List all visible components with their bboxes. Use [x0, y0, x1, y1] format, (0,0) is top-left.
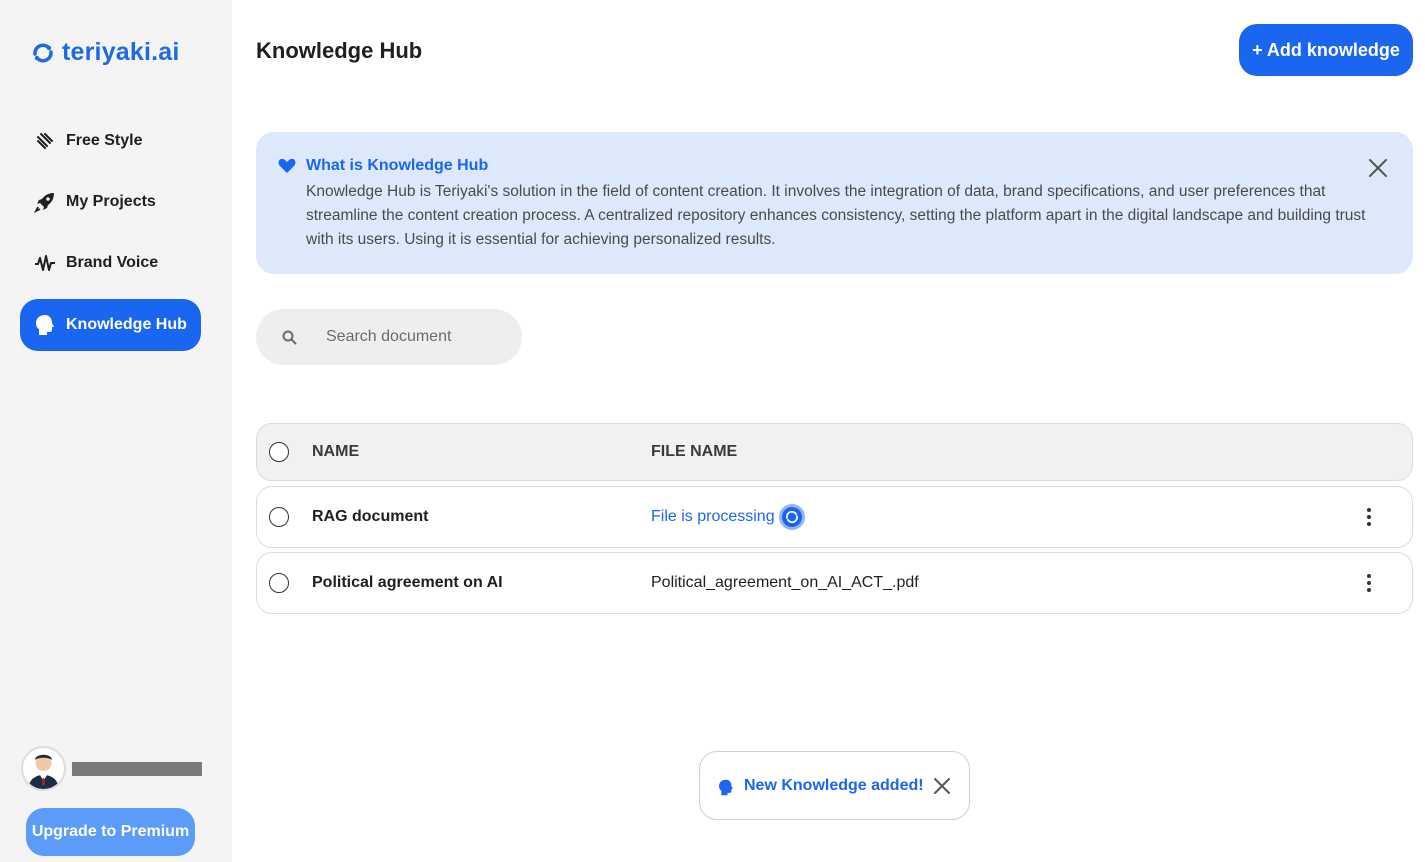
- search-icon: [282, 330, 297, 345]
- select-all-radio[interactable]: [269, 442, 289, 462]
- close-icon[interactable]: [933, 777, 951, 795]
- row-name: RAG document: [312, 508, 429, 525]
- user-profile[interactable]: [21, 746, 202, 791]
- head-icon: [34, 314, 56, 336]
- row-file-name[interactable]: Political_agreement_on_AI_ACT_.pdf: [651, 574, 919, 592]
- row-menu-icon[interactable]: [1360, 573, 1378, 593]
- sidebar-item-label: My Projects: [66, 193, 156, 210]
- table-row[interactable]: Political agreement on AI Political_agre…: [256, 552, 1413, 614]
- brand-name: teriyaki.ai: [62, 38, 180, 66]
- sidebar-item-label: Free Style: [66, 132, 143, 149]
- waveform-icon: [34, 252, 56, 274]
- sidebar-item-knowledge-hub[interactable]: Knowledge Hub: [20, 299, 201, 351]
- column-header-file-name: FILE NAME: [651, 443, 738, 460]
- column-header-name: NAME: [312, 443, 360, 460]
- rocket-icon: [34, 191, 56, 213]
- toast-notification: New Knowledge added!: [699, 751, 970, 820]
- heart-icon: [278, 158, 296, 173]
- row-name: Political agreement on AI: [312, 574, 503, 591]
- processing-label: File is processing: [651, 508, 775, 525]
- close-icon[interactable]: [1368, 158, 1388, 178]
- info-title: What is Knowledge Hub: [306, 157, 489, 174]
- search-box: [256, 309, 522, 365]
- add-knowledge-button[interactable]: + Add knowledge: [1239, 24, 1413, 76]
- sidebar: teriyaki.ai Free Style My Projects Brand…: [0, 0, 232, 862]
- toast-message: New Knowledge added!: [744, 777, 924, 794]
- info-body: Knowledge Hub is Teriyaki's solution in …: [306, 183, 1366, 248]
- sidebar-item-free-style[interactable]: Free Style: [20, 115, 201, 167]
- table-header: NAME FILE NAME: [256, 423, 1413, 481]
- row-select-radio[interactable]: [269, 507, 289, 527]
- teriyaki-logo-icon: [33, 43, 53, 62]
- avatar: [21, 746, 66, 791]
- row-file-status: File is processing: [651, 503, 806, 531]
- row-menu-icon[interactable]: [1360, 507, 1378, 527]
- sidebar-item-label: Brand Voice: [66, 254, 159, 271]
- page-title: Knowledge Hub: [256, 38, 423, 63]
- info-banner: What is Knowledge Hub Knowledge Hub is T…: [256, 132, 1413, 274]
- table-row[interactable]: RAG document File is processing: [256, 486, 1413, 548]
- sidebar-item-my-projects[interactable]: My Projects: [20, 176, 201, 228]
- sidebar-item-label: Knowledge Hub: [66, 316, 187, 333]
- freestyle-icon: [34, 130, 56, 152]
- brand-logo[interactable]: teriyaki.ai: [30, 38, 180, 67]
- processing-spinner-icon: [778, 504, 805, 530]
- search-input[interactable]: [326, 325, 506, 349]
- head-icon: [719, 779, 733, 796]
- upgrade-button[interactable]: Upgrade to Premium: [26, 808, 195, 856]
- user-name-redacted: [72, 761, 202, 776]
- row-select-radio[interactable]: [269, 573, 289, 593]
- sidebar-item-brand-voice[interactable]: Brand Voice: [20, 237, 201, 289]
